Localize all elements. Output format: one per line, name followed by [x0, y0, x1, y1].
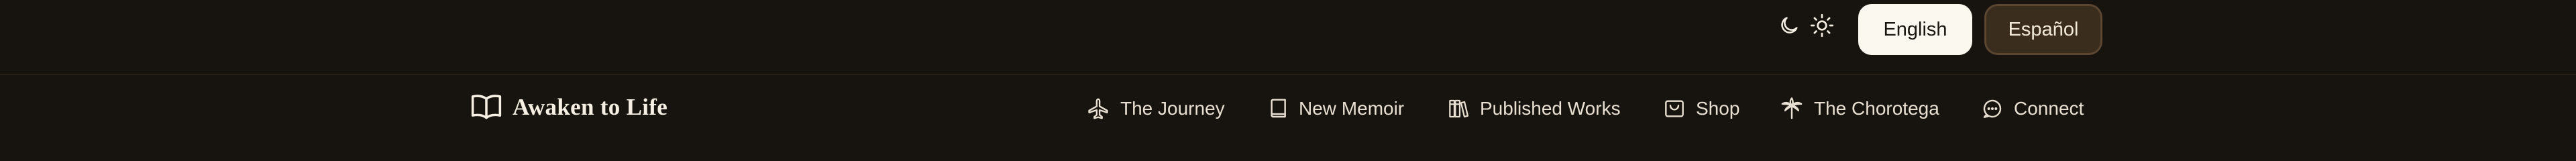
palm-tree-icon: [1780, 97, 1803, 120]
shop-icon: [1664, 98, 1685, 119]
nav-label: Connect: [2014, 98, 2084, 119]
theme-toggle[interactable]: [1778, 13, 1834, 38]
brand-logo-link[interactable]: Awaken to Life: [471, 93, 667, 122]
sun-icon[interactable]: [1810, 13, 1834, 38]
main-navbar: Awaken to Life The Journey New Memoir Pu…: [0, 75, 2576, 136]
nav-item-shop[interactable]: Shop: [1664, 95, 1739, 122]
airplane-icon: [1087, 97, 1110, 120]
nav-item-connect[interactable]: Connect: [1982, 95, 2084, 122]
language-button-espanol[interactable]: Español: [1984, 4, 2102, 55]
brand-name: Awaken to Life: [513, 94, 668, 120]
language-button-english[interactable]: English: [1858, 4, 1972, 55]
nav-item-published-works[interactable]: Published Works: [1448, 95, 1621, 122]
moon-icon[interactable]: [1778, 14, 1801, 37]
nav-label: New Memoir: [1299, 98, 1405, 119]
top-utility-bar: English Español: [0, 0, 2576, 59]
nav-label: The Journey: [1120, 98, 1225, 119]
open-book-icon: [471, 93, 502, 123]
nav-label: The Chorotega: [1814, 98, 1939, 119]
chat-bubble-icon: [1982, 98, 2003, 119]
books-icon: [1448, 97, 1469, 120]
nav-item-new-memoir[interactable]: New Memoir: [1268, 95, 1404, 122]
nav-label: Published Works: [1480, 98, 1621, 119]
nav-item-the-chorotega[interactable]: The Chorotega: [1780, 95, 1939, 122]
nav-item-the-journey[interactable]: The Journey: [1087, 95, 1225, 122]
nav-label: Shop: [1696, 98, 1740, 119]
book-icon: [1268, 98, 1288, 119]
